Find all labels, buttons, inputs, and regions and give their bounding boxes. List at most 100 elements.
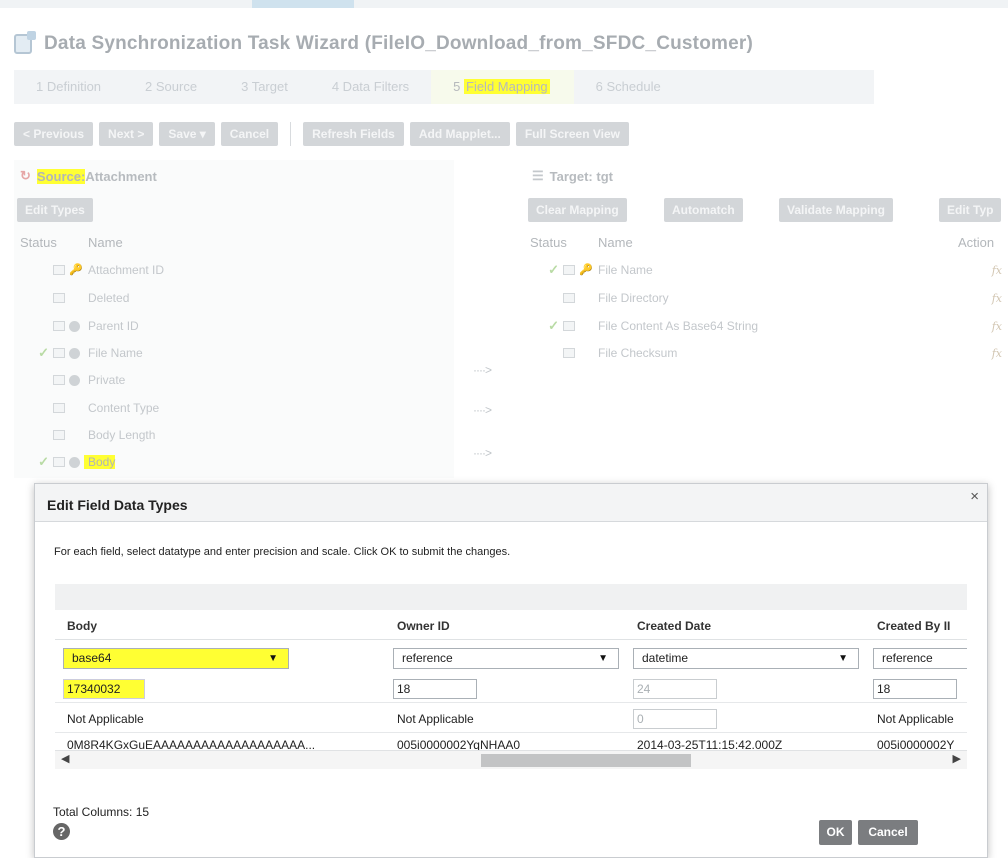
refresh-fields-button[interactable]: Refresh Fields	[303, 122, 404, 146]
expression-icon[interactable]: fx	[992, 347, 1002, 360]
grid-header-band	[55, 584, 967, 610]
scrollbar-thumb[interactable]	[481, 754, 691, 767]
target-col-actions: Action	[958, 235, 995, 250]
precision-input-owner-id[interactable]: 18	[393, 679, 477, 699]
mapping-arrow: ····>	[473, 363, 492, 377]
top-bar-highlight	[252, 0, 354, 8]
expression-icon[interactable]: fx	[992, 264, 1002, 277]
precision-input-body[interactable]: 17340032	[63, 679, 145, 699]
horizontal-scrollbar[interactable]: ◀ ▶	[55, 750, 967, 769]
cancel-wizard-button[interactable]: Cancel	[220, 122, 279, 146]
mapping-arrow: ····>	[473, 446, 492, 460]
scroll-left-icon[interactable]: ◀	[61, 752, 69, 765]
validate-mapping-button[interactable]: Validate Mapping	[779, 198, 894, 222]
dialog-header: Edit Field Data Types ×	[35, 484, 987, 522]
precision-input-created-date: 24	[633, 679, 717, 699]
datatype-select-created-date[interactable]: datetime ▼	[633, 648, 859, 669]
dropdown-arrow-icon: ▼	[838, 653, 848, 664]
add-mapplet-button[interactable]: Add Mapplet...	[409, 122, 510, 146]
full-screen-view-button[interactable]: Full Screen View	[515, 122, 629, 146]
doc-icon	[53, 430, 65, 440]
source-label: Source:	[36, 168, 86, 184]
doc-icon	[563, 293, 575, 303]
top-bar	[0, 0, 1008, 8]
doc-icon	[53, 403, 65, 413]
doc-icon	[53, 348, 65, 358]
mapping-arrow: ····>	[473, 403, 492, 417]
source-row[interactable]: Content Type	[14, 394, 159, 422]
target-row[interactable]: File Checksum fx	[524, 339, 1008, 367]
dropdown-arrow-icon: ▼	[268, 653, 278, 664]
source-col-status: Status	[20, 235, 57, 250]
datatype-select-created-by-id[interactable]: reference	[873, 648, 967, 669]
doc-icon	[53, 293, 65, 303]
scale-created-by-id: Not Applicable	[877, 712, 954, 726]
col-header-body: Body	[67, 619, 97, 633]
step-data-filters[interactable]: 4 Data Filters	[310, 70, 431, 104]
cancel-button[interactable]: Cancel	[858, 820, 918, 845]
clear-mapping-button[interactable]: Clear Mapping	[528, 198, 627, 222]
doc-icon	[53, 265, 65, 275]
source-row[interactable]: ✓ File Name	[14, 339, 143, 367]
datatype-select-owner-id[interactable]: reference ▼	[393, 648, 619, 669]
step-definition[interactable]: 1 Definition	[14, 70, 123, 104]
previous-button[interactable]: < Previous	[14, 122, 94, 146]
source-row[interactable]: 🔑 Attachment ID	[14, 256, 164, 284]
grid-row-divider	[55, 702, 967, 703]
automatch-button[interactable]: Automatch	[664, 198, 743, 222]
edit-field-data-types-dialog: Edit Field Data Types × For each field, …	[34, 483, 988, 858]
source-name: Attachment	[85, 168, 157, 184]
task-wizard-icon	[14, 31, 36, 54]
help-icon[interactable]: ?	[53, 823, 70, 840]
step-schedule[interactable]: 6 Schedule	[574, 70, 683, 104]
step-field-mapping[interactable]: 5 Field Mapping	[431, 70, 574, 104]
source-title: ↻ Source: Attachment	[20, 168, 157, 184]
next-button[interactable]: Next >	[99, 122, 154, 146]
source-row[interactable]: Body Length	[14, 421, 155, 449]
target-row[interactable]: ✓ File Content As Base64 String fx	[524, 312, 1008, 340]
doc-icon	[53, 457, 65, 467]
wizard-title-row: Data Synchronization Task Wizard (FileIO…	[14, 30, 753, 58]
source-row[interactable]: Private	[14, 366, 125, 394]
grid-row-divider	[55, 732, 967, 733]
doc-icon	[563, 265, 575, 275]
target-col-name: Name	[598, 235, 633, 250]
expression-icon[interactable]: fx	[992, 292, 1002, 305]
key-icon: 🔑	[579, 263, 593, 276]
source-row[interactable]: Deleted	[14, 284, 129, 312]
precision-input-created-by-id[interactable]: 18	[873, 679, 957, 699]
grid-header-divider	[55, 639, 967, 640]
toolbar-separator	[290, 122, 292, 146]
scroll-right-icon[interactable]: ▶	[953, 752, 961, 765]
col-header-created-date: Created Date	[637, 619, 712, 633]
lookup-icon	[69, 374, 80, 386]
step-target[interactable]: 3 Target	[219, 70, 310, 104]
lookup-icon	[69, 320, 80, 332]
save-button[interactable]: Save ▾	[159, 122, 215, 146]
col-header-created-by-id: Created By II	[877, 619, 951, 633]
dialog-instructions: For each field, select datatype and ente…	[54, 546, 511, 558]
scale-owner-id: Not Applicable	[397, 712, 474, 726]
key-icon: 🔑	[69, 263, 83, 276]
wizard-title: Data Synchronization Task Wizard (FileIO…	[44, 33, 753, 54]
dialog-title: Edit Field Data Types	[47, 497, 188, 513]
target-edit-types-button[interactable]: Edit Typ	[939, 198, 1002, 222]
target-row[interactable]: ✓ 🔑 File Name fx	[524, 256, 1008, 284]
source-edit-types-button[interactable]: Edit Types	[17, 198, 93, 222]
check-icon: ✓	[38, 454, 49, 469]
dropdown-arrow-icon: ▼	[598, 653, 608, 664]
wizard-steps: 1 Definition 2 Source 3 Target 4 Data Fi…	[14, 70, 874, 104]
doc-icon	[563, 321, 575, 331]
step-source[interactable]: 2 Source	[123, 70, 219, 104]
check-icon: ✓	[38, 345, 49, 360]
close-icon[interactable]: ×	[970, 488, 979, 505]
source-row[interactable]: ✓ Body	[14, 448, 116, 476]
source-row[interactable]: Parent ID	[14, 312, 139, 340]
datatype-select-body[interactable]: base64 ▼	[63, 648, 289, 669]
check-icon: ✓	[548, 262, 559, 277]
target-col-status: Status	[530, 235, 567, 250]
ok-button[interactable]: OK	[819, 820, 852, 845]
scale-body: Not Applicable	[67, 712, 144, 726]
target-row[interactable]: File Directory fx	[524, 284, 1008, 312]
expression-icon[interactable]: fx	[992, 320, 1002, 333]
